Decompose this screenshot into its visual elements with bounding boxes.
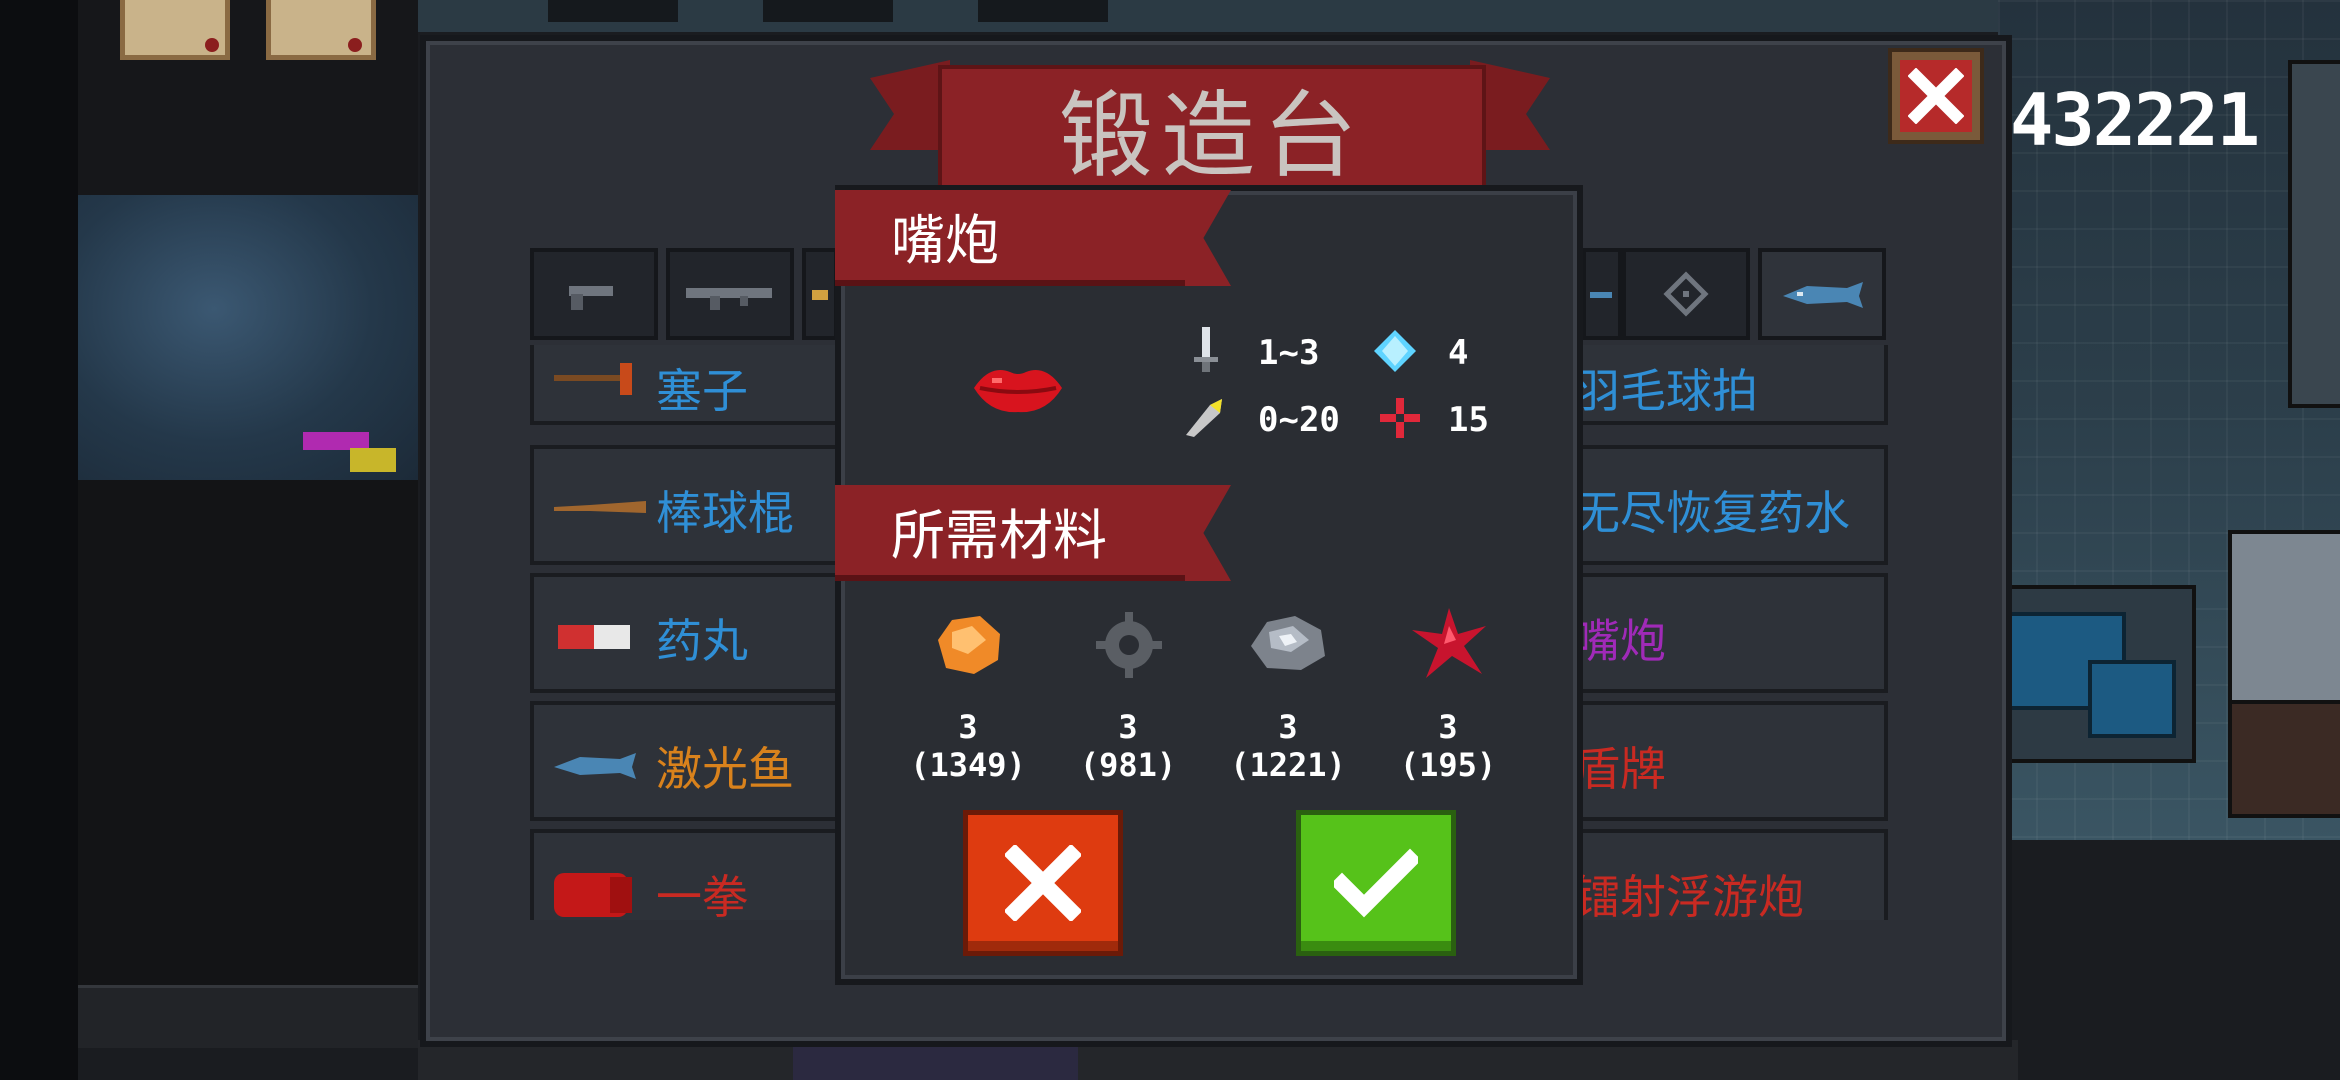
material-need: 3 <box>1278 708 1298 746</box>
item-detail-dialog <box>835 185 1583 985</box>
wall-seal-2 <box>348 38 362 52</box>
materials-title: 所需材料 <box>891 503 1107 567</box>
list-item-name: 无尽恢复药水 <box>1574 486 1850 540</box>
top-slot-3 <box>978 0 1108 22</box>
list-item-name: 盾牌 <box>1574 742 1666 796</box>
list-item-name: 塞子 <box>656 364 748 418</box>
checkmark-icon <box>1334 848 1418 918</box>
pistol-icon <box>569 286 613 310</box>
spread-icon <box>1186 399 1222 437</box>
item-name-ribbon: 嘴炮 <box>835 190 1185 286</box>
material-need: 3 <box>1118 708 1138 746</box>
pill-icon <box>558 625 630 649</box>
forge-title: 锻造台 <box>1058 82 1365 191</box>
iron-ore-icon <box>1251 616 1325 670</box>
material-need: 3 <box>958 708 978 746</box>
list-item-name: 一拳 <box>656 870 748 920</box>
forge-title-banner: 锻造台 <box>938 65 1486 191</box>
close-forge-button[interactable] <box>1888 48 1984 144</box>
wall-seal-1 <box>205 38 219 52</box>
crosshair-icon <box>1663 271 1709 317</box>
top-slot-1 <box>548 0 678 22</box>
crit-icon <box>1380 398 1420 438</box>
tab-laser-fish[interactable] <box>1758 248 1886 340</box>
tab-shotguns[interactable] <box>802 248 838 340</box>
wall-notice-2 <box>266 0 376 60</box>
list-item-name: 药丸 <box>656 614 748 668</box>
tab-rifles[interactable] <box>666 248 794 340</box>
workbench-screen-2 <box>2088 660 2176 738</box>
laser-fish-icon <box>1783 282 1863 308</box>
tab-crosshair[interactable] <box>1622 248 1750 340</box>
gear-part-icon <box>1096 612 1162 678</box>
robot-base <box>2228 700 2340 818</box>
rifle-icon <box>686 288 772 310</box>
material-have: (1221) <box>1230 746 1346 784</box>
red-crystal-icon <box>1412 608 1486 678</box>
tab-fish[interactable] <box>1582 248 1622 340</box>
fist-icon <box>554 873 632 917</box>
cancel-button[interactable] <box>963 810 1123 956</box>
list-item-name: 激光鱼 <box>656 742 794 796</box>
lips-icon <box>974 370 1062 413</box>
material-have: (1349) <box>910 746 1026 784</box>
material-need: 3 <box>1438 708 1458 746</box>
close-icon <box>1900 60 1972 132</box>
cross-icon <box>1005 845 1081 921</box>
stat-damage: 1~3 <box>1258 333 1320 373</box>
stat-crit: 15 <box>1448 400 1489 440</box>
confirm-forge-button[interactable] <box>1296 810 1456 956</box>
floor-item-pickup[interactable] <box>350 448 396 472</box>
list-item-name: 棒球棍 <box>656 486 794 540</box>
left-ledge <box>78 985 418 1048</box>
top-slot-2 <box>763 0 893 22</box>
fish-tab-icon <box>1590 292 1612 298</box>
material-have: (195) <box>1399 746 1497 784</box>
currency-amount: 432221 <box>2010 78 2260 162</box>
tab-pistols[interactable] <box>530 248 658 340</box>
material-have: (981) <box>1079 746 1177 784</box>
laser-fish-icon <box>554 753 636 779</box>
stat-spread: 0~20 <box>1258 400 1340 440</box>
list-item-name: 嘴炮 <box>1574 614 1666 668</box>
stat-energy: 4 <box>1448 333 1469 373</box>
shotgun-icon <box>812 290 828 300</box>
baseball-bat-icon <box>554 501 646 513</box>
item-name: 嘴炮 <box>891 208 999 272</box>
list-item-name: 羽毛球拍 <box>1574 364 1758 418</box>
left-dark-area <box>78 480 418 990</box>
list-item-name: 镭射浮游炮 <box>1574 870 1804 920</box>
energy-icon <box>1374 330 1416 372</box>
right-pillar <box>2288 60 2340 408</box>
damage-icon <box>1194 327 1218 372</box>
orange-ore-icon <box>938 616 1000 674</box>
plunger-icon <box>554 363 632 395</box>
robot-machine <box>2228 530 2340 708</box>
materials-ribbon: 所需材料 <box>835 485 1185 581</box>
